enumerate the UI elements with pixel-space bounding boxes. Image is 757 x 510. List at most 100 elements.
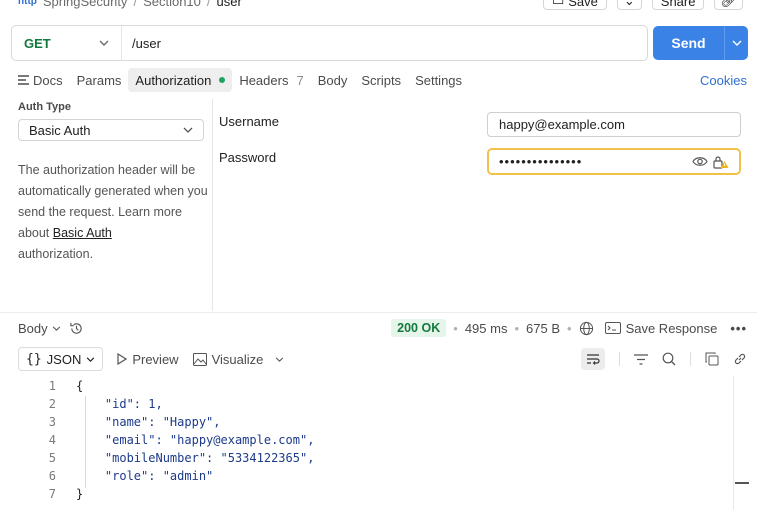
code-text: "name": "Happy",	[76, 415, 221, 429]
chevron-down-icon	[99, 40, 109, 46]
breadcrumb-folder[interactable]: Section10	[143, 0, 201, 9]
password-field[interactable]: •••••••••••••••	[487, 148, 741, 175]
tab-label: Headers	[239, 72, 289, 88]
breadcrumb-workspace[interactable]: SpringSecurity	[43, 0, 128, 9]
code-text: "mobileNumber": "5334122365",	[76, 451, 315, 465]
response-view-bar: {} JSON Preview Visualize	[18, 347, 747, 371]
send-label: Send	[671, 35, 706, 51]
globe-icon[interactable]	[579, 321, 594, 336]
wrap-lines-button[interactable]	[581, 348, 605, 370]
auth-help-text-2: authorization.	[18, 247, 94, 261]
line-number: 3	[48, 415, 56, 429]
username-value: happy@example.com	[499, 117, 625, 132]
separator-dot: •	[514, 320, 520, 336]
share-button[interactable]: Share	[651, 0, 705, 10]
chevron-down-icon[interactable]	[275, 356, 284, 362]
lock-warning-icon[interactable]	[713, 155, 729, 169]
save-response-button[interactable]: Save Response	[604, 320, 718, 336]
code-text: "email": "happy@example.com",	[76, 433, 315, 447]
code-line: 7}	[18, 485, 733, 503]
link-icon[interactable]	[733, 352, 747, 366]
username-field[interactable]: happy@example.com	[487, 112, 741, 137]
format-select[interactable]: {} JSON	[18, 347, 104, 371]
response-body-dropdown[interactable]: Body	[18, 321, 61, 336]
more-options-icon[interactable]: •••	[730, 321, 747, 336]
save-response-label: Save Response	[625, 320, 718, 336]
response-bar: Body 200 OK • 495 ms • 675 B • Save Resp…	[18, 318, 747, 338]
auth-help-text: The authorization header will be automat…	[18, 160, 208, 265]
code-text: "role": "admin"	[76, 469, 214, 483]
separator-dot: •	[453, 320, 458, 336]
tab-label: Docs	[33, 72, 63, 88]
tab-body[interactable]: Body	[311, 68, 355, 92]
chevron-down-icon	[183, 127, 193, 133]
cookies-link[interactable]: Cookies	[700, 73, 747, 88]
toolbar-divider	[690, 352, 691, 366]
tab-scripts[interactable]: Scripts	[354, 68, 408, 92]
response-code-viewer[interactable]: 1{ 2 "id": 1, 3 "name": "Happy", 4 "emai…	[18, 377, 733, 507]
format-label: JSON	[46, 351, 82, 367]
password-label: Password	[219, 150, 277, 165]
eye-icon[interactable]	[692, 156, 708, 167]
tab-label: Settings	[415, 72, 463, 88]
breadcrumb-separator: /	[133, 0, 138, 9]
tab-settings[interactable]: Settings	[408, 68, 469, 92]
breadcrumb-separator: /	[206, 0, 211, 9]
tab-label: Scripts	[361, 72, 402, 88]
line-number: 6	[48, 469, 56, 483]
tab-headers[interactable]: Headers 7	[232, 68, 310, 92]
filter-icon[interactable]	[634, 353, 648, 365]
scrollbar-track[interactable]	[733, 376, 757, 510]
code-text: }	[76, 487, 84, 501]
history-icon[interactable]	[69, 321, 84, 336]
indent-guide	[85, 396, 86, 488]
preview-button[interactable]: Preview	[117, 351, 179, 367]
visualize-button[interactable]: Visualize	[192, 352, 263, 367]
line-number: 2	[48, 397, 56, 411]
breadcrumb-request: user	[216, 0, 242, 9]
image-icon	[192, 352, 207, 366]
send-button[interactable]: Send	[653, 26, 748, 60]
copy-link-button[interactable]: 🔗︎	[714, 0, 743, 10]
auth-type-select[interactable]: Basic Auth	[18, 119, 204, 141]
chevron-down-icon	[52, 325, 60, 331]
tab-label: Params	[76, 72, 122, 88]
save-dropdown-button[interactable]: ⌄	[616, 0, 642, 10]
request-tabs: Docs Params Authorization Headers 7 Body…	[11, 68, 757, 92]
url-input[interactable]	[122, 26, 647, 60]
method-select[interactable]: GET	[12, 26, 122, 60]
save-response-icon	[604, 322, 621, 334]
code-line: 1{	[18, 377, 733, 395]
response-time[interactable]: 495 ms	[465, 321, 508, 336]
line-number: 4	[48, 433, 56, 447]
chevron-down-icon: ⌄	[623, 0, 635, 8]
url-bar: GET	[11, 25, 648, 61]
status-badge[interactable]: 200 OK	[391, 319, 447, 337]
copy-icon[interactable]	[705, 352, 719, 366]
line-number: 7	[48, 487, 56, 501]
share-label: Share	[660, 0, 696, 9]
tab-params[interactable]: Params	[70, 68, 129, 92]
save-button[interactable]: ▭ Save	[542, 0, 607, 10]
save-icon: ▭	[551, 0, 565, 8]
save-label: Save	[568, 0, 598, 9]
link-icon: 🔗︎	[720, 0, 737, 8]
tab-authorization[interactable]: Authorization	[128, 68, 233, 92]
auth-type-pane: Auth Type Basic Auth The authorization h…	[0, 99, 213, 311]
search-icon[interactable]	[662, 352, 676, 366]
response-divider	[0, 312, 757, 313]
active-indicator-icon	[219, 77, 226, 83]
preview-label: Preview	[132, 351, 179, 367]
code-line: 3 "name": "Happy",	[18, 413, 733, 431]
tab-label: Body	[317, 72, 348, 88]
separator-dot: •	[567, 320, 572, 336]
tab-docs[interactable]: Docs	[11, 68, 70, 92]
code-line: 4 "email": "happy@example.com",	[18, 431, 733, 449]
response-size[interactable]: 675 B	[526, 321, 560, 336]
chevron-down-icon	[87, 356, 95, 362]
scrollbar-marker	[735, 482, 749, 484]
chevron-down-icon	[732, 40, 741, 46]
basic-auth-link[interactable]: Basic Auth	[53, 226, 112, 240]
send-dropdown-button[interactable]	[724, 26, 748, 60]
braces-icon: {}	[26, 351, 42, 367]
